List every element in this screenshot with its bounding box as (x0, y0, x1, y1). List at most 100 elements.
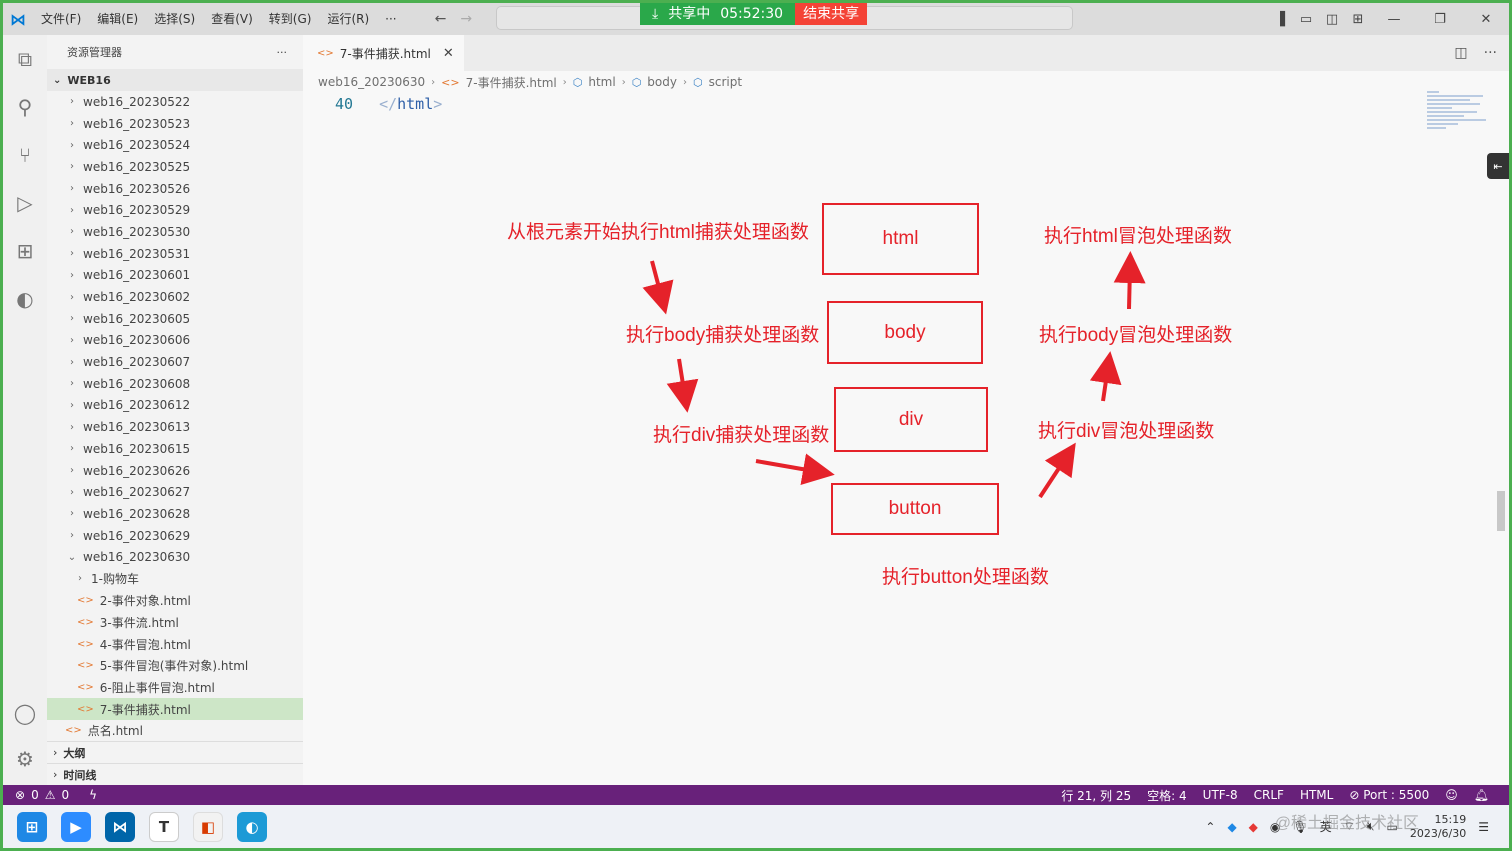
folder-item[interactable]: › web16_20230605 (47, 308, 303, 330)
menu-view[interactable]: 查看(V) (203, 3, 261, 35)
toggle-sidebar-icon[interactable]: ▐ (1267, 12, 1293, 27)
notification-center-icon[interactable]: ☰ (1478, 820, 1489, 834)
error-icon[interactable]: ⊗ (15, 788, 25, 802)
folder-item[interactable]: › web16_20230627 (47, 481, 303, 503)
minimize-icon[interactable]: — (1371, 12, 1417, 27)
file-item[interactable]: <> 5-事件冒泡(事件对象).html (47, 655, 303, 677)
editor-more-icon[interactable]: ··· (1484, 45, 1497, 61)
folder-item[interactable]: › web16_20230606 (47, 330, 303, 352)
tab-close-icon[interactable]: ✕ (443, 46, 454, 61)
folder-item[interactable]: › web16_20230526 (47, 178, 303, 200)
toggle-secondary-sidebar-icon[interactable]: ◫ (1319, 12, 1345, 27)
chevron-right-icon: › (78, 573, 82, 585)
watermark: @稀土掘金技术社区 (1274, 815, 1419, 832)
live-server-port[interactable]: ⊘ Port : 5500 (1349, 788, 1429, 802)
chevron-up-icon[interactable]: ⌃ (1205, 820, 1215, 834)
folder-item[interactable]: › web16_20230530 (47, 221, 303, 243)
toggle-panel-icon[interactable]: ▭ (1293, 12, 1319, 27)
menu-selection[interactable]: 选择(S) (146, 3, 203, 35)
warning-count[interactable]: 0 (61, 788, 69, 802)
typora-app-icon[interactable]: T (149, 811, 179, 842)
file-item[interactable]: <> 2-事件对象.html (47, 590, 303, 612)
zoom-app-icon[interactable]: ▶ (61, 811, 91, 842)
menu-go[interactable]: 转到(G) (261, 3, 320, 35)
breadcrumb-file[interactable]: 7-事件捕获.html (466, 74, 557, 91)
timeline-section[interactable]: › 时间线 (47, 763, 303, 785)
account-icon[interactable]: ◯ (3, 689, 47, 737)
cursor-position[interactable]: 行 21, 列 25 (1061, 787, 1131, 804)
folder-item[interactable]: › web16_20230522 (47, 91, 303, 113)
breadcrumb-folder[interactable]: web16_20230630 (318, 75, 425, 89)
line-ending[interactable]: CRLF (1254, 788, 1284, 802)
file-item[interactable]: <> 7-事件捕获.html (47, 698, 303, 720)
folder-item[interactable]: › web16_20230525 (47, 156, 303, 178)
feedback-icon[interactable]: ☺ (1445, 788, 1458, 802)
close-icon[interactable]: ✕ (1463, 12, 1509, 27)
run-debug-icon[interactable]: ▷ (3, 179, 47, 227)
bubble-label-body: 执行body冒泡处理函数 (1039, 325, 1233, 346)
encoding[interactable]: UTF-8 (1203, 788, 1238, 802)
tray-app-icon[interactable]: ◆ (1227, 820, 1236, 834)
office-app-icon[interactable]: ◧ (193, 811, 223, 842)
indentation[interactable]: 空格: 4 (1147, 787, 1187, 804)
workspace-root[interactable]: ⌄ WEB16 (47, 69, 303, 91)
search-icon[interactable]: ⚲ (3, 83, 47, 131)
folder-item[interactable]: › web16_20230615 (47, 438, 303, 460)
folder-item[interactable]: › web16_20230608 (47, 373, 303, 395)
end-share-button[interactable]: 结束共享 (795, 3, 868, 25)
error-count[interactable]: 0 (31, 788, 39, 802)
folder-item[interactable]: › web16_20230607 (47, 351, 303, 373)
menu-file[interactable]: 文件(F) (33, 3, 89, 35)
forward-arrow-icon[interactable]: → (460, 11, 472, 27)
tab-active-file[interactable]: <> 7-事件捕获.html ✕ (303, 35, 464, 71)
folder-item[interactable]: › web16_20230626 (47, 460, 303, 482)
split-editor-icon[interactable]: ◫ (1454, 45, 1467, 61)
file-item[interactable]: <> 6-阻止事件冒泡.html (47, 677, 303, 699)
back-arrow-icon[interactable]: ← (435, 11, 447, 27)
restore-icon[interactable]: ❐ (1417, 12, 1463, 27)
folder-item[interactable]: › web16_20230529 (47, 199, 303, 221)
folder-item[interactable]: › web16_20230612 (47, 395, 303, 417)
code-line[interactable]: 40 </html> (335, 95, 442, 113)
minimap[interactable] (1427, 91, 1489, 151)
breadcrumb-script[interactable]: script (709, 75, 742, 89)
customize-layout-icon[interactable]: ⊞ (1345, 12, 1371, 27)
outline-section[interactable]: › 大纲 (47, 741, 303, 763)
warning-icon[interactable]: ⚠ (45, 788, 56, 802)
extensions-icon[interactable]: ⊞ (3, 227, 47, 275)
windows-start-icon[interactable]: ⊞ (17, 811, 47, 842)
folder-item[interactable]: › web16_20230628 (47, 503, 303, 525)
explorer-icon[interactable]: ⧉ (3, 35, 47, 83)
file-root-item[interactable]: <> 点名.html (47, 720, 303, 742)
folder-item[interactable]: › web16_20230531 (47, 243, 303, 265)
menu-more[interactable]: ··· (377, 3, 404, 35)
editor-scrollbar[interactable] (1497, 91, 1505, 783)
file-item[interactable]: <> 4-事件冒泡.html (47, 633, 303, 655)
folder-open[interactable]: ⌄ web16_20230630 (47, 546, 303, 568)
folder-label: web16_20230606 (83, 333, 191, 348)
folder-item[interactable]: › web16_20230523 (47, 113, 303, 135)
folder-item[interactable]: › web16_20230613 (47, 416, 303, 438)
breadcrumb-html[interactable]: html (588, 75, 615, 89)
folder-item[interactable]: › web16_20230602 (47, 286, 303, 308)
explorer-more-button[interactable]: ··· (277, 46, 288, 59)
tray-app2-icon[interactable]: ◆ (1249, 820, 1258, 834)
language-mode[interactable]: HTML (1300, 788, 1333, 802)
edge-app-icon[interactable]: ◐ (237, 811, 267, 842)
menu-edit[interactable]: 编辑(E) (89, 3, 146, 35)
file-item[interactable]: <> 3-事件流.html (47, 612, 303, 634)
code-text[interactable]: </html> (379, 95, 442, 113)
event-flow-diagram: html body div button 从根元素开始执行html捕获处理函数 … (303, 35, 1509, 785)
folder-item[interactable]: › web16_20230601 (47, 265, 303, 287)
subfolder-item[interactable]: › 1-购物车 (47, 568, 303, 590)
menu-run[interactable]: 运行(R) (319, 3, 377, 35)
edge-devtools-icon[interactable]: ◐ (3, 275, 47, 323)
settings-gear-icon[interactable]: ⚙ (3, 735, 47, 783)
folder-item[interactable]: › web16_20230629 (47, 525, 303, 547)
breadcrumb-body[interactable]: body (647, 75, 677, 89)
notifications-bell-icon[interactable]: 🔔︎ (1474, 788, 1489, 802)
folder-item[interactable]: › web16_20230524 (47, 134, 303, 156)
lightning-icon[interactable]: ϟ (89, 788, 97, 802)
vscode-app-icon[interactable]: ⋈ (105, 811, 135, 842)
source-control-icon[interactable]: ⑂ (3, 131, 47, 179)
